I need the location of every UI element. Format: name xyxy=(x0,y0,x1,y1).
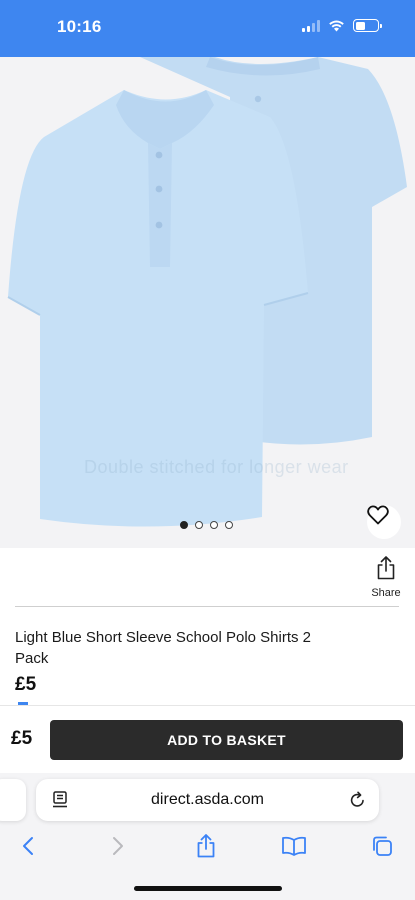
image-pagination[interactable] xyxy=(180,521,233,529)
reload-icon[interactable] xyxy=(349,791,366,809)
wifi-icon xyxy=(329,20,344,32)
home-indicator xyxy=(134,886,282,891)
bookmarks-button[interactable] xyxy=(279,831,309,861)
tabs-icon xyxy=(373,836,392,856)
pagination-dot[interactable] xyxy=(195,521,203,529)
browser-chrome: direct.asda.com xyxy=(0,773,415,900)
sticky-basket-bar: £5 ADD TO BASKET xyxy=(0,705,415,773)
pagination-dot[interactable] xyxy=(210,521,218,529)
bookmarks-icon xyxy=(282,836,306,856)
share-icon xyxy=(377,556,395,580)
divider xyxy=(15,606,399,607)
pagination-dot[interactable] xyxy=(180,521,188,529)
browser-toolbar xyxy=(0,831,415,861)
image-watermark: Double stitched for longer wear xyxy=(84,457,349,477)
tabs-button[interactable] xyxy=(367,831,397,861)
product-image-gallery[interactable]: Double stitched for longer wear xyxy=(0,57,415,548)
share-icon xyxy=(197,834,215,858)
back-icon xyxy=(23,837,33,855)
battery-icon xyxy=(353,19,382,32)
share-label: Share xyxy=(371,587,401,599)
favourite-button[interactable] xyxy=(367,505,401,539)
status-icons xyxy=(302,19,382,32)
address-bar[interactable]: direct.asda.com xyxy=(36,779,379,821)
back-button[interactable] xyxy=(13,831,43,861)
share-button[interactable]: Share xyxy=(366,556,406,599)
previous-tab-preview[interactable] xyxy=(0,779,26,821)
browser-share-button[interactable] xyxy=(191,831,221,861)
heart-outline-icon xyxy=(367,505,389,525)
signal-icon xyxy=(302,19,320,32)
status-bar: 10:16 xyxy=(0,0,415,57)
add-to-basket-button[interactable]: ADD TO BASKET xyxy=(50,720,403,760)
status-time: 10:16 xyxy=(57,17,102,36)
basket-bar-price: £5 xyxy=(11,728,33,749)
forward-button[interactable] xyxy=(103,831,133,861)
pagination-dot[interactable] xyxy=(225,521,233,529)
product-title: Light Blue Short Sleeve School Polo Shir… xyxy=(15,629,312,667)
product-price: £5 xyxy=(15,674,37,695)
url-text[interactable]: direct.asda.com xyxy=(36,791,379,809)
forward-icon xyxy=(113,837,123,855)
